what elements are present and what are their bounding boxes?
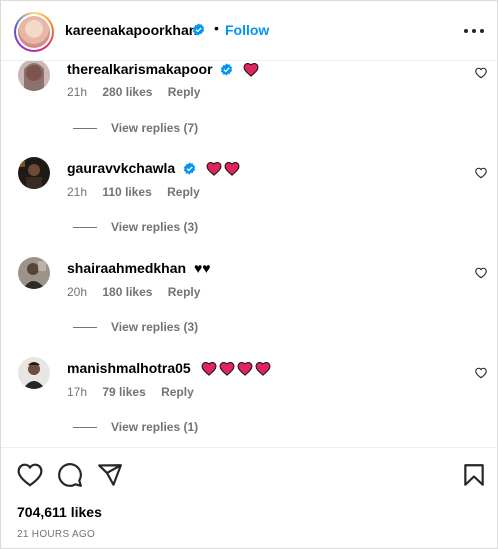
post-timestamp[interactable]: 21 HOURS AGO [17, 529, 95, 540]
comment-likes[interactable]: 280 likes [102, 85, 152, 99]
separator-dot: • [214, 20, 219, 36]
comment-likes[interactable]: 180 likes [102, 285, 152, 299]
comments-list[interactable]: therealkarismakapoor 21h 280 likes Reply… [1, 1, 497, 447]
red-heart-icon [255, 361, 271, 376]
comment-meta: 17h 79 likes Reply [67, 385, 206, 399]
avatar[interactable] [18, 157, 50, 189]
profile-avatar[interactable] [14, 12, 54, 52]
comment-item: manishmalhotra05 17h 79 likes Reply View… [1, 347, 497, 447]
view-replies-label: View replies (1) [111, 420, 199, 434]
comment-bubble-icon[interactable] [57, 462, 83, 488]
reply-button[interactable]: Reply [161, 385, 194, 399]
avatar[interactable] [18, 257, 50, 289]
verified-badge-icon [183, 162, 196, 175]
comment-meta: 21h 110 likes Reply [67, 185, 212, 199]
comment-item: shairaahmedkhan ♥♥ 20h 180 likes Reply V… [1, 247, 497, 347]
like-heart-icon[interactable] [17, 462, 43, 488]
red-heart-icon [206, 161, 222, 176]
paper-plane-icon[interactable] [97, 462, 123, 488]
comment-author[interactable]: gauravvkchawla [67, 160, 240, 176]
red-heart-icon [243, 62, 259, 77]
likes-count[interactable]: 704,611 likes [17, 504, 102, 520]
avatar[interactable] [18, 357, 50, 389]
header-username[interactable]: kareenakapoorkhan [65, 22, 197, 38]
comment-time[interactable]: 21h [67, 85, 87, 99]
comment-text [199, 360, 271, 376]
comment-author[interactable]: shairaahmedkhan ♥♥ [67, 260, 211, 276]
comment-likes[interactable]: 79 likes [102, 385, 145, 399]
divider-line [73, 327, 97, 329]
avatar-image [18, 16, 50, 48]
red-heart-icon [224, 161, 240, 176]
bookmark-icon[interactable] [461, 462, 487, 488]
heart-outline-icon[interactable] [475, 267, 487, 279]
comment-username[interactable]: gauravvkchawla [67, 160, 175, 176]
view-replies-label: View replies (3) [111, 220, 199, 234]
view-replies-button[interactable]: View replies (3) [73, 220, 198, 234]
comment-username[interactable]: therealkarismakapoor [67, 61, 213, 77]
comment-username[interactable]: shairaahmedkhan [67, 260, 186, 276]
heart-outline-icon[interactable] [475, 367, 487, 379]
view-replies-button[interactable]: View replies (7) [73, 121, 198, 135]
reply-button[interactable]: Reply [168, 285, 201, 299]
follow-button[interactable]: Follow [225, 22, 269, 38]
comment-author[interactable]: therealkarismakapoor [67, 61, 259, 77]
post-actions-bar: 704,611 likes 21 HOURS AGO [1, 447, 497, 548]
heart-outline-icon[interactable] [475, 67, 487, 79]
divider-line [73, 227, 97, 229]
post-header: kareenakapoorkhan • Follow [1, 1, 497, 61]
view-replies-label: View replies (7) [111, 121, 199, 135]
comment-item: gauravvkchawla 21h 110 likes Reply View … [1, 147, 497, 247]
comment-username[interactable]: manishmalhotra05 [67, 360, 191, 376]
view-replies-button[interactable]: View replies (3) [73, 320, 198, 334]
verified-badge-icon [192, 23, 205, 36]
divider-line [73, 128, 97, 130]
red-heart-icon [219, 361, 235, 376]
view-replies-button[interactable]: View replies (1) [73, 420, 198, 434]
comment-text [204, 160, 240, 176]
more-options-icon[interactable] [462, 21, 486, 41]
comment-likes[interactable]: 110 likes [102, 185, 151, 199]
reply-button[interactable]: Reply [167, 185, 200, 199]
post-panel: therealkarismakapoor 21h 280 likes Reply… [0, 0, 498, 549]
comment-time[interactable]: 20h [67, 285, 87, 299]
comment-text: ♥♥ [193, 260, 211, 276]
heart-outline-icon[interactable] [475, 167, 487, 179]
comment-time[interactable]: 17h [67, 385, 87, 399]
comment-item: therealkarismakapoor 21h 280 likes Reply… [1, 47, 497, 147]
reply-button[interactable]: Reply [168, 85, 201, 99]
avatar[interactable] [18, 59, 50, 91]
divider-line [73, 427, 97, 429]
comment-meta: 21h 280 likes Reply [67, 85, 212, 99]
view-replies-label: View replies (3) [111, 320, 199, 334]
comment-time[interactable]: 21h [67, 185, 87, 199]
verified-badge-icon [221, 63, 233, 76]
red-heart-icon [237, 361, 253, 376]
comment-author[interactable]: manishmalhotra05 [67, 360, 271, 376]
red-heart-icon [201, 361, 217, 376]
comment-meta: 20h 180 likes Reply [67, 285, 212, 299]
comment-text [241, 61, 259, 77]
